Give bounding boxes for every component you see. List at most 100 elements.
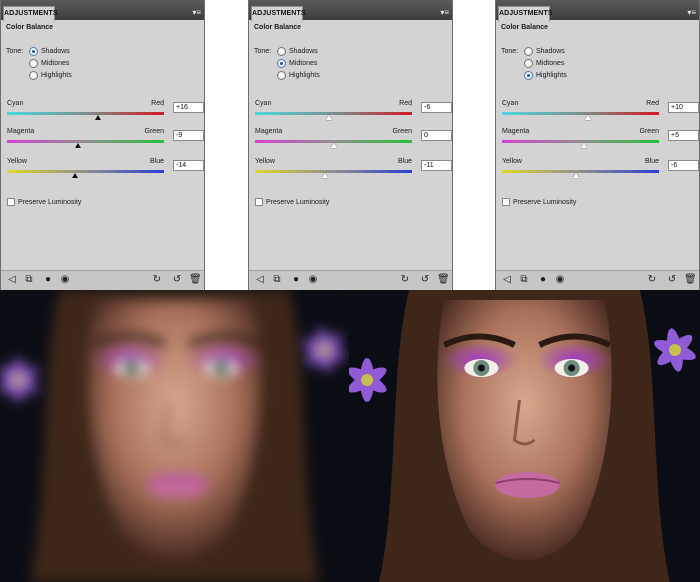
tab-adjustments[interactable]: ADJUSTMENTS <box>498 6 553 21</box>
slider-value-field[interactable]: 0 <box>421 130 452 141</box>
view-previous-icon[interactable]: ↻ <box>399 274 411 286</box>
radio-button[interactable] <box>29 71 38 80</box>
reset-icon[interactable]: ↺ <box>666 274 678 286</box>
tone-label: Tone: <box>254 48 272 55</box>
preserve-luminosity-option[interactable]: Preserve Luminosity <box>7 197 81 207</box>
slider-track-magenta-green[interactable] <box>7 140 164 143</box>
tone-option-highlights[interactable]: Highlights <box>29 70 72 81</box>
slider-track-cyan-red[interactable] <box>7 112 164 115</box>
preserve-luminosity-checkbox[interactable] <box>255 198 263 206</box>
slider-value-field[interactable]: +5 <box>668 130 699 141</box>
panel-menu-icon[interactable]: ▾≡ <box>192 8 201 18</box>
tone-option-shadows[interactable]: Shadows <box>277 46 318 57</box>
slider-track-cyan-red[interactable] <box>255 112 412 115</box>
preserve-luminosity-checkbox[interactable] <box>7 198 15 206</box>
preserve-luminosity-label: Preserve Luminosity <box>266 198 330 206</box>
clip-layer-icon[interactable]: ⧉ <box>271 274 283 286</box>
back-arrow-icon[interactable]: ◁ <box>6 274 18 286</box>
view-previous-icon[interactable]: ↻ <box>151 274 163 286</box>
tab-adjustments[interactable]: ADJUSTMENTS <box>3 6 58 21</box>
radio-button[interactable] <box>277 59 286 68</box>
clip-layer-icon[interactable]: ⧉ <box>518 274 530 286</box>
tone-option-shadows[interactable]: Shadows <box>29 46 70 57</box>
trash-icon[interactable]: 🗑 <box>684 274 697 286</box>
panel-menu-icon[interactable]: ▾≡ <box>687 8 696 18</box>
slider-track-cyan-red[interactable] <box>502 112 659 115</box>
trash-icon[interactable]: 🗑 <box>189 274 202 286</box>
tone-option-label: Highlights <box>289 72 320 79</box>
slider-left-label: Magenta <box>7 128 35 135</box>
slider-left-label: Yellow <box>502 158 522 165</box>
clip-layer-icon[interactable]: ⧉ <box>23 274 35 286</box>
tab-adjustments[interactable]: ADJUSTMENTS <box>251 6 306 21</box>
radio-button[interactable] <box>277 71 286 80</box>
slider-thumb[interactable] <box>585 115 592 120</box>
tone-option-label: Shadows <box>289 48 318 55</box>
reset-icon[interactable]: ↺ <box>419 274 431 286</box>
tone-option-highlights[interactable]: Highlights <box>277 70 320 81</box>
eye-icon[interactable]: ◉ <box>59 274 71 286</box>
reset-icon[interactable]: ↺ <box>171 274 183 286</box>
slider-value-field[interactable]: -6 <box>421 102 452 113</box>
tone-option-label: Midtones <box>289 60 318 67</box>
slider-right-label: Green <box>144 128 164 135</box>
slider-value-field[interactable]: -14 <box>173 160 204 171</box>
slider-value-field[interactable]: -6 <box>668 160 699 171</box>
slider-thumb[interactable] <box>330 143 337 148</box>
tone-option-midtones[interactable]: Midtones <box>277 58 317 69</box>
radio-button[interactable] <box>277 47 286 56</box>
slider-right-label: Blue <box>149 158 164 165</box>
slider-right-label: Blue <box>644 158 659 165</box>
eye-icon[interactable]: ◉ <box>307 274 319 286</box>
visibility-icon[interactable]: ● <box>42 274 54 286</box>
eye-icon[interactable]: ◉ <box>554 274 566 286</box>
panel-title-bar: ADJUSTMENTS ▾≡ <box>249 0 452 21</box>
visibility-icon[interactable]: ● <box>537 274 549 286</box>
tone-option-label: Midtones <box>41 60 70 67</box>
panel-menu-icon[interactable]: ▾≡ <box>440 8 449 18</box>
tone-option-highlights[interactable]: Highlights <box>524 70 567 81</box>
slider-value-field[interactable]: +10 <box>668 102 699 113</box>
slider-value-field[interactable]: -11 <box>421 160 452 171</box>
slider-value-field[interactable]: +16 <box>173 102 204 113</box>
back-arrow-icon[interactable]: ◁ <box>501 274 513 286</box>
preserve-luminosity-option[interactable]: Preserve Luminosity <box>255 197 329 207</box>
panel-title-bar: ADJUSTMENTS ▾≡ <box>1 0 204 21</box>
tone-option-midtones[interactable]: Midtones <box>29 58 69 69</box>
radio-button[interactable] <box>29 47 38 56</box>
slider-track-yellow-blue[interactable] <box>255 170 412 173</box>
view-previous-icon[interactable]: ↻ <box>646 274 658 286</box>
slider-right-label: Red <box>399 100 412 107</box>
panel-heading: Color Balance <box>501 24 549 31</box>
slider-thumb[interactable] <box>581 143 588 148</box>
slider-right-label: Red <box>646 100 659 107</box>
back-arrow-icon[interactable]: ◁ <box>254 274 266 286</box>
slider-track-yellow-blue[interactable] <box>502 170 659 173</box>
tone-option-shadows[interactable]: Shadows <box>524 46 565 57</box>
tone-option-label: Midtones <box>536 60 565 67</box>
slider-value-field[interactable]: -9 <box>173 130 204 141</box>
visibility-icon[interactable]: ● <box>290 274 302 286</box>
adjustments-panel: ADJUSTMENTS ▾≡ Color Balance Tone: Shadows Mi… <box>495 0 700 290</box>
preserve-luminosity-checkbox[interactable] <box>502 198 510 206</box>
preserve-luminosity-option[interactable]: Preserve Luminosity <box>502 197 576 207</box>
tone-option-midtones[interactable]: Midtones <box>524 58 564 69</box>
slider-thumb[interactable] <box>95 115 102 120</box>
slider-thumb[interactable] <box>71 173 78 178</box>
radio-button[interactable] <box>524 47 533 56</box>
slider-thumb[interactable] <box>572 173 579 178</box>
slider-left-label: Cyan <box>7 100 24 107</box>
tone-label: Tone: <box>6 48 24 55</box>
slider-thumb[interactable] <box>321 173 328 178</box>
portrait-image <box>349 290 700 582</box>
panel-title-bar: ADJUSTMENTS ▾≡ <box>496 0 699 21</box>
radio-button[interactable] <box>524 59 533 68</box>
panel-bottom-toolbar: ◁ ⧉ ● ◉ ↻ ↺ 🗑 <box>496 270 699 290</box>
slider-thumb[interactable] <box>325 115 332 120</box>
slider-thumb[interactable] <box>75 143 82 148</box>
trash-icon[interactable]: 🗑 <box>437 274 450 286</box>
radio-button[interactable] <box>524 71 533 80</box>
slider-track-yellow-blue[interactable] <box>7 170 164 173</box>
radio-button[interactable] <box>29 59 38 68</box>
panel-bottom-toolbar: ◁ ⧉ ● ◉ ↻ ↺ 🗑 <box>249 270 452 290</box>
